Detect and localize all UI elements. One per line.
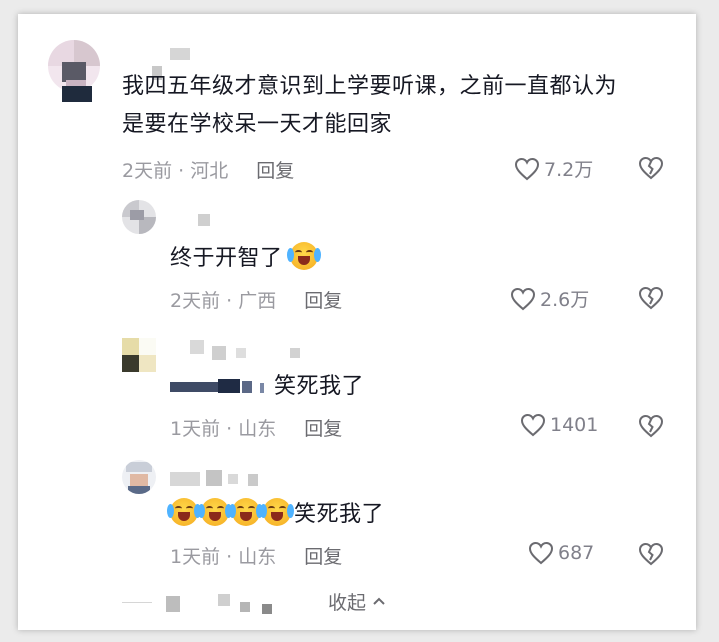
comment-meta: 2天前 · 广西 回复 — [170, 286, 342, 313]
crying-laughing-emoji — [287, 242, 322, 270]
crying-laughing-emoji — [229, 498, 263, 526]
avatar[interactable] — [48, 40, 100, 92]
divider — [122, 602, 152, 603]
collapse-button[interactable]: 收起 — [328, 588, 388, 615]
heart-outline-icon — [520, 413, 546, 437]
heart-outline-icon — [514, 157, 540, 180]
comment-meta: 2天前 · 河北 回复 — [122, 156, 294, 183]
avatar[interactable] — [122, 338, 156, 372]
reply-button[interactable]: 回复 — [304, 542, 342, 569]
heart-outline-icon — [510, 287, 536, 310]
like-count: 2.6万 — [540, 289, 590, 311]
comment-meta: 1天前 · 山东 回复 — [170, 542, 342, 569]
like-button[interactable]: 2.6万 — [510, 285, 589, 312]
broken-heart-icon[interactable] — [638, 414, 664, 438]
crying-laughing-emoji — [260, 498, 294, 526]
mention-redacted[interactable] — [170, 377, 270, 397]
username-redacted[interactable] — [170, 468, 290, 490]
collapse-row: 收起 — [18, 584, 696, 624]
comment-text: 笑死我了 — [167, 496, 384, 534]
chevron-up-icon — [373, 597, 385, 605]
time-location: 1天前 · 山东 — [170, 418, 277, 440]
avatar-badge — [62, 86, 92, 102]
comment-meta: 1天前 · 山东 回复 — [170, 414, 342, 441]
heart-outline-icon — [528, 541, 554, 565]
username-redacted[interactable] — [110, 48, 260, 80]
username-redacted[interactable] — [178, 340, 338, 362]
avatar[interactable] — [122, 460, 156, 494]
comment-text: 笑死我了 — [170, 368, 364, 406]
reply-button[interactable]: 回复 — [256, 156, 294, 183]
reply-button[interactable]: 回复 — [304, 286, 342, 313]
time-location: 2天前 · 广西 — [170, 290, 277, 312]
like-button[interactable]: 7.2万 — [514, 155, 593, 182]
crying-laughing-emoji — [167, 498, 201, 526]
username-redacted — [166, 592, 296, 614]
crying-laughing-emoji — [198, 498, 232, 526]
broken-heart-icon[interactable] — [638, 286, 664, 310]
reply-button[interactable]: 回复 — [304, 414, 342, 441]
username-redacted[interactable] — [194, 214, 314, 236]
like-count: 1401 — [550, 414, 599, 436]
like-button[interactable]: 1401 — [520, 413, 598, 437]
like-button[interactable]: 687 — [528, 541, 594, 565]
comment-text: 终于开智了 — [170, 240, 322, 278]
broken-heart-icon[interactable] — [638, 542, 664, 566]
broken-heart-icon[interactable] — [638, 156, 664, 180]
like-count: 687 — [558, 542, 595, 564]
avatar[interactable] — [122, 200, 156, 234]
time-location: 1天前 · 山东 — [170, 546, 277, 568]
like-count: 7.2万 — [544, 159, 594, 181]
comment-text: 我四五年级才意识到上学要听课，之前一直都认为 是要在学校呆一天才能回家 — [122, 74, 618, 137]
comment-card: 我四五年级才意识到上学要听课，之前一直都认为 是要在学校呆一天才能回家 2天前 … — [18, 14, 696, 630]
time-location: 2天前 · 河北 — [122, 160, 229, 182]
